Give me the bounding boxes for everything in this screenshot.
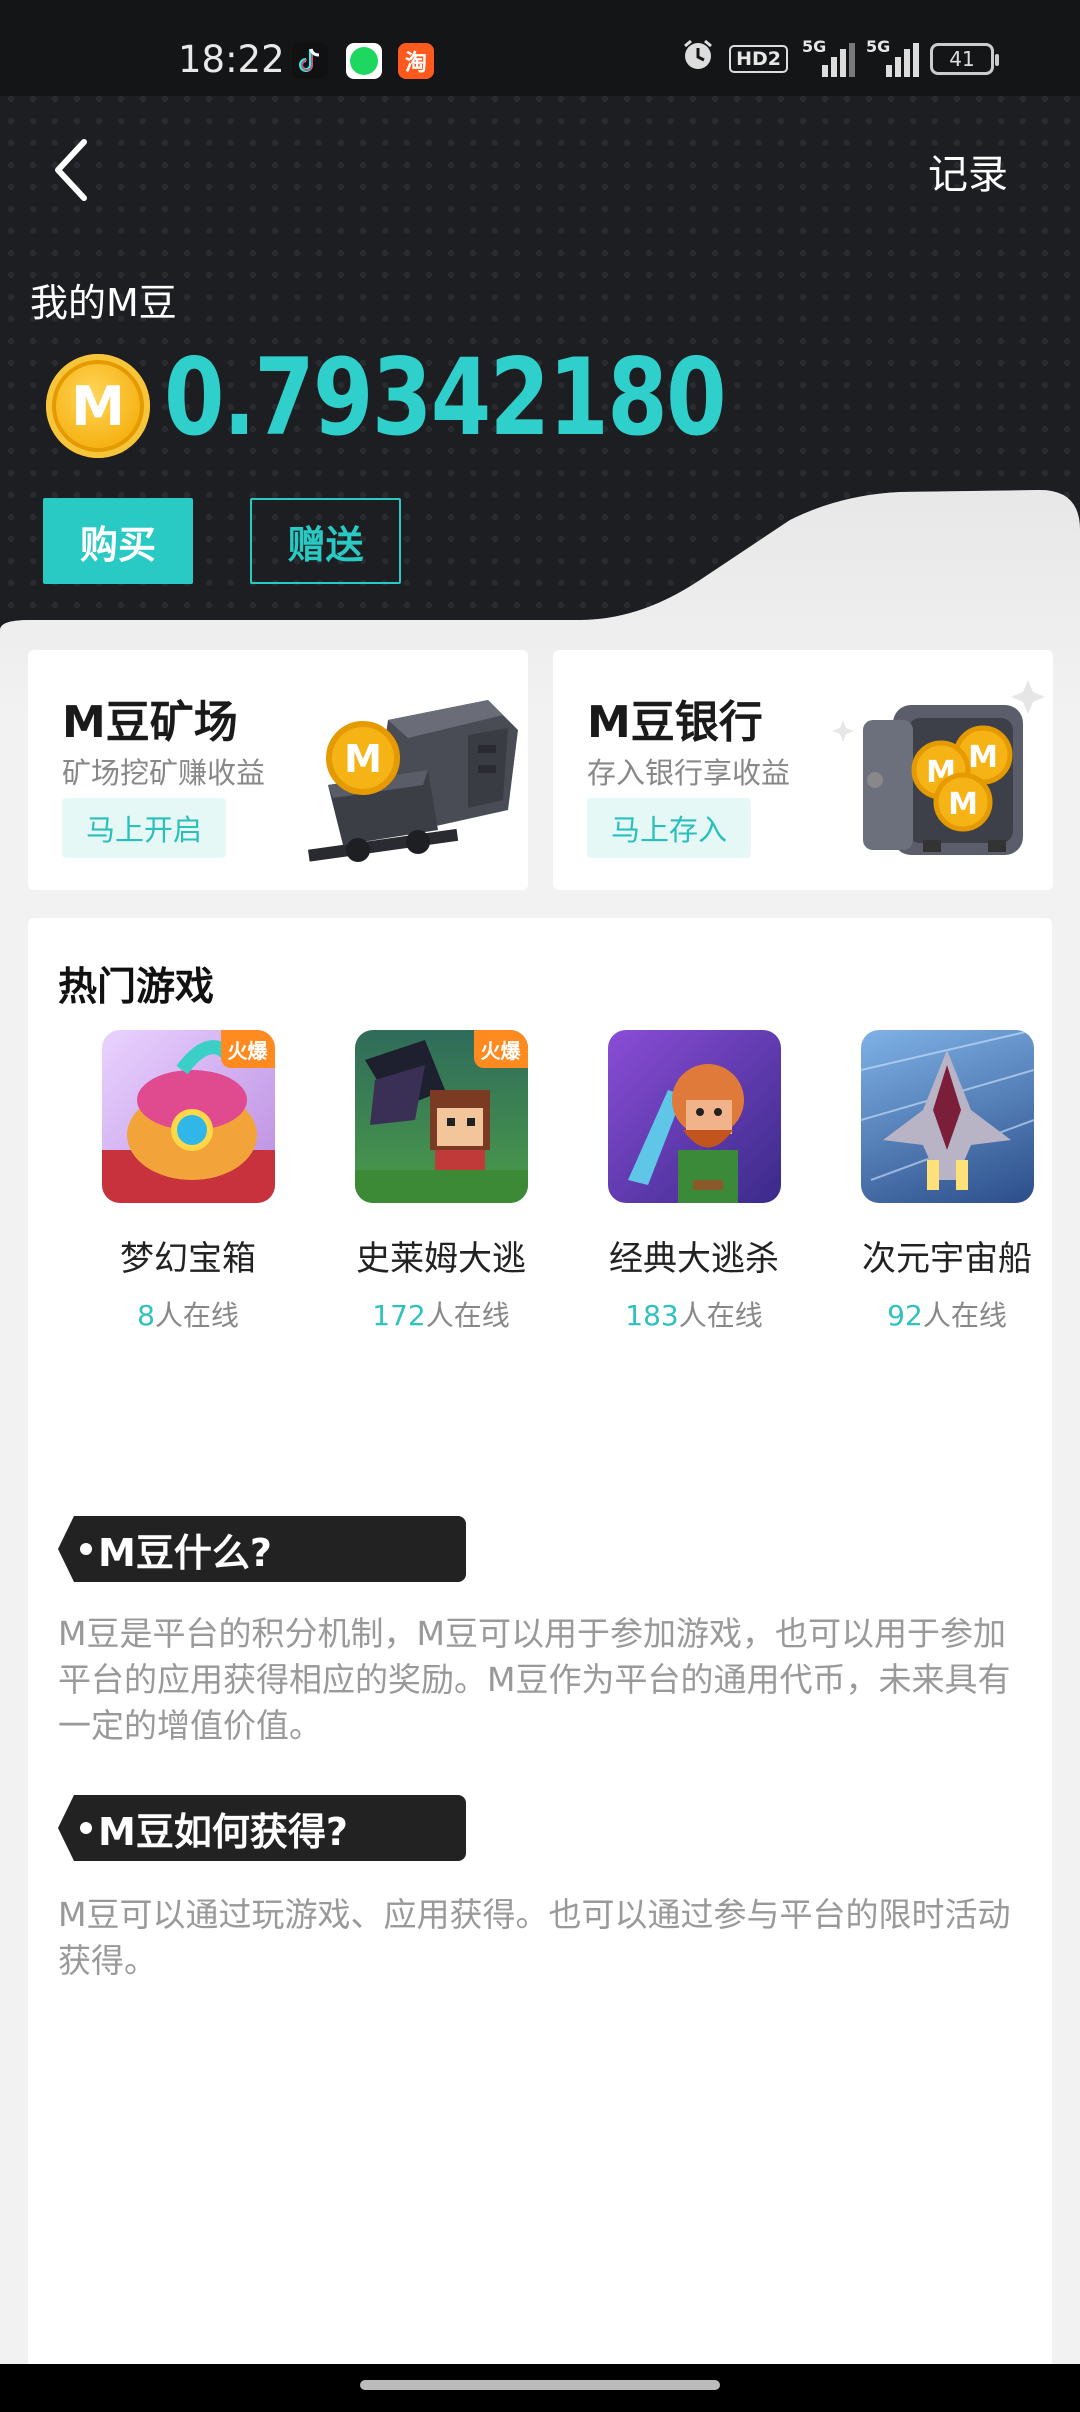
bank-card-title: M豆银行 xyxy=(587,697,763,748)
wallet-title: 我的M豆 xyxy=(30,281,177,325)
spotify-icon xyxy=(346,43,382,79)
game-item[interactable]: 经典大逃杀 183人在线 xyxy=(589,1030,799,1334)
svg-text:M: M xyxy=(968,740,998,775)
signal-icon: 5G xyxy=(802,37,855,77)
game-name: 次元宇宙船 xyxy=(862,1239,1032,1279)
faq-answer-how: M豆可以通过玩游戏、应用获得。也可以通过参与平台的限时活动获得。 xyxy=(58,1895,1011,1980)
space-ship-game-icon xyxy=(860,1030,1034,1203)
game-online-count: 172人在线 xyxy=(372,1299,510,1332)
faq-heading-what: M豆什么? xyxy=(58,1516,466,1582)
buy-button[interactable]: 购买 xyxy=(43,498,193,584)
mine-start-button[interactable]: 马上开启 xyxy=(62,798,227,858)
record-link[interactable]: 记录 xyxy=(928,142,1008,200)
m-coin-icon: M xyxy=(46,354,150,458)
hot-badge: 火爆 xyxy=(220,1030,275,1068)
bank-card[interactable]: M豆银行 存入银行享收益 马上存入 M M M xyxy=(553,650,1053,890)
faq-answer-what: M豆是平台的积分机制，M豆可以用于参加游戏，也可以用于参加平台的应用获得相应的奖… xyxy=(58,1614,1011,1745)
safe-icon: M M M xyxy=(832,680,1045,855)
svg-text:M: M xyxy=(344,737,382,781)
hot-badge: 火爆 xyxy=(473,1030,528,1068)
treasure-chest-game-icon: 火爆 xyxy=(101,1030,275,1203)
gift-button[interactable]: 赠送 xyxy=(250,498,401,584)
game-item[interactable]: 次元宇宙船 92人在线 xyxy=(842,1030,1052,1334)
slime-escape-game-icon: 火爆 xyxy=(354,1030,528,1203)
game-online-count: 8人在线 xyxy=(137,1299,239,1332)
mine-card-title: M豆矿场 xyxy=(62,697,238,748)
tiktok-icon xyxy=(292,43,328,79)
hot-games-title: 热门游戏 xyxy=(58,965,215,1010)
mine-card-subtitle: 矿场挖矿赚收益 xyxy=(62,756,266,790)
alarm-icon xyxy=(681,38,715,80)
wallet-balance: 0.79342180 xyxy=(164,336,727,459)
game-online-count: 92人在线 xyxy=(887,1299,1007,1332)
status-time: 18:22 xyxy=(178,38,285,81)
home-indicator[interactable] xyxy=(360,2380,720,2390)
game-name: 经典大逃杀 xyxy=(609,1239,779,1279)
game-online-count: 183人在线 xyxy=(625,1299,763,1332)
bank-deposit-button[interactable]: 马上存入 xyxy=(587,798,752,858)
hd-voice-icon: HD2 xyxy=(729,45,788,73)
svg-text:M: M xyxy=(948,787,978,822)
status-bar: 18:22 淘 HD2 5G 5G 41 xyxy=(0,0,1080,96)
faq-heading-how: M豆如何获得? xyxy=(58,1795,466,1861)
taobao-icon: 淘 xyxy=(398,43,434,79)
back-button[interactable] xyxy=(50,138,90,202)
battle-royale-game-icon xyxy=(607,1030,781,1203)
bank-card-subtitle: 存入银行享收益 xyxy=(587,756,791,790)
signal-icon-2: 5G xyxy=(866,37,919,77)
mine-card[interactable]: M豆矿场 矿场挖矿赚收益 马上开启 M xyxy=(28,650,528,890)
game-name: 梦幻宝箱 xyxy=(120,1239,256,1279)
game-item[interactable]: 火爆 梦幻宝箱 8人在线 xyxy=(83,1030,293,1334)
chevron-left-icon xyxy=(55,139,87,201)
game-name: 史莱姆大逃 xyxy=(356,1239,526,1279)
mine-cart-icon: M xyxy=(307,700,518,862)
battery-icon: 41 xyxy=(930,43,999,75)
game-item[interactable]: 火爆 史莱姆大逃 172人在线 xyxy=(336,1030,546,1334)
